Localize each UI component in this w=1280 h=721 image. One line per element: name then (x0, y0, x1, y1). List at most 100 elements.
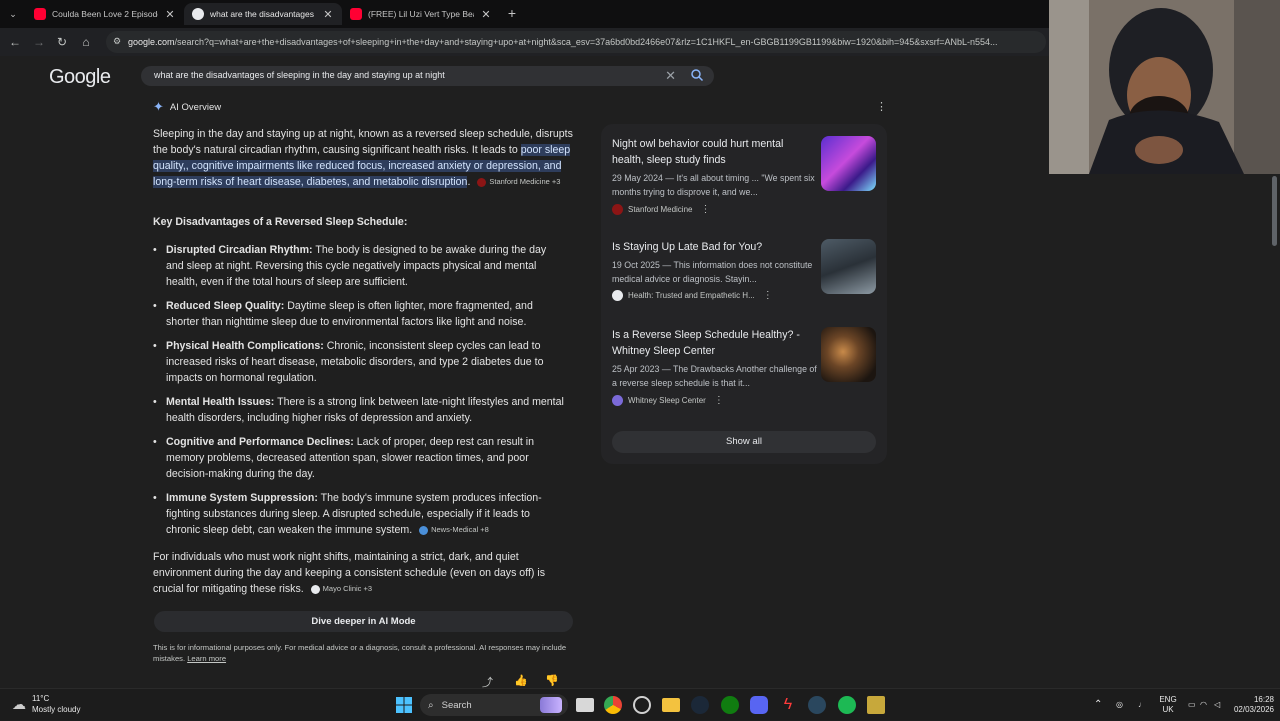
tab-youtube-1[interactable]: Coulda Been Love 2 Episode 3 ✕ (26, 3, 184, 25)
close-icon[interactable]: ✕ (480, 8, 492, 21)
key-disadvantages-heading: Key Disadvantages of a Reversed Sleep Sc… (153, 216, 408, 228)
forward-icon[interactable]: → (31, 34, 47, 50)
clear-icon[interactable]: ✕ (665, 68, 676, 84)
citation-label: Stanford Medicine +3 (489, 177, 561, 187)
clock-date: 02/03/2026 (1233, 705, 1274, 714)
source-thumbnail[interactable] (821, 327, 876, 382)
source-thumbnail[interactable] (821, 239, 876, 294)
clock[interactable]: 16:28 02/03/2026 (1226, 695, 1274, 715)
youtube-icon (34, 8, 46, 20)
source-site: Whitney Sleep Center (628, 396, 706, 405)
url-host: google.com (128, 37, 175, 47)
keyboard-layout: UK (1162, 705, 1174, 714)
bullet-title: Immune System Suppression: (166, 492, 318, 504)
source-snippet: 19 Oct 2025 — This information does not … (612, 260, 813, 284)
spotify-icon[interactable] (838, 696, 856, 714)
citation-chip[interactable]: Mayo Clinic +3 (310, 581, 373, 597)
volume-icon[interactable]: ◁ (1214, 700, 1220, 710)
bullet-title: Disrupted Circadian Rhythm: (166, 244, 313, 256)
bullet-title: Physical Health Complications: (166, 340, 324, 352)
google-logo[interactable]: Google (49, 66, 111, 89)
more-options-icon[interactable]: ⋮ (714, 395, 724, 406)
disclaimer: This is for informational purposes only.… (153, 642, 578, 664)
tab-title: Coulda Been Love 2 Episode 3 (52, 9, 158, 19)
show-all-button[interactable]: Show all (612, 431, 876, 453)
bullet-title: Reduced Sleep Quality: (166, 300, 285, 312)
chrome-icon[interactable] (604, 696, 622, 714)
scrollbar-thumb[interactable] (1272, 176, 1277, 246)
chevron-up-icon[interactable]: ⌃ (1094, 700, 1102, 710)
steam-icon[interactable] (691, 696, 709, 714)
address-bar[interactable]: ⚙ google.com /search?q=what+are+the+disa… (106, 31, 1046, 53)
source-title[interactable]: Is Staying Up Late Bad for You? (612, 239, 817, 255)
list-item: Cognitive and Performance Declines: Lack… (153, 434, 566, 482)
search-icon: ⌕ (428, 699, 434, 711)
task-view-icon[interactable] (576, 698, 594, 712)
tab-list-button[interactable]: ⌄ (6, 7, 20, 21)
source-title[interactable]: Night owl behavior could hurt mental hea… (612, 136, 817, 168)
more-options-icon[interactable]: ⋮ (700, 204, 710, 215)
tab-youtube-2[interactable]: (FREE) Lil Uzi Vert Type Beat "H ✕ (342, 3, 500, 25)
thumbs-up-icon[interactable]: 👍 (514, 674, 528, 688)
bullet-title: Mental Health Issues: (166, 396, 275, 408)
weather-temp: 11°C (32, 694, 50, 703)
bullet-title: Cognitive and Performance Declines: (166, 436, 354, 448)
sparkle-icon: ✦ (153, 99, 164, 114)
close-icon[interactable]: ✕ (322, 8, 334, 21)
xbox-icon[interactable] (721, 696, 739, 714)
steam-2-icon[interactable] (808, 696, 826, 714)
home-icon[interactable]: ⌂ (78, 34, 94, 50)
app-icon[interactable] (867, 696, 885, 714)
youtube-icon (350, 8, 362, 20)
weather-condition: Mostly cloudy (32, 705, 81, 714)
more-options-icon[interactable]: ⋮ (876, 100, 887, 113)
citation-chip[interactable]: News-Medical +8 (419, 522, 489, 538)
google-icon (192, 8, 204, 20)
search-box[interactable]: what are the disadvantages of sleeping i… (141, 66, 714, 86)
display-icon[interactable]: ▭ (1188, 700, 1196, 710)
news-medical-icon (419, 525, 429, 535)
reload-icon[interactable]: ↻ (54, 34, 70, 50)
language-code: ENG (1159, 695, 1177, 704)
language-indicator[interactable]: ENG UK (1158, 695, 1178, 715)
citation-chip[interactable]: Stanford Medicine +3 (477, 174, 560, 190)
thumbs-down-icon[interactable]: 👎 (545, 674, 559, 688)
file-explorer-icon[interactable] (662, 698, 680, 712)
windows-start-icon[interactable] (395, 696, 413, 714)
stanford-icon (477, 177, 487, 187)
source-snippet: 29 May 2024 — It's all about timing ... … (612, 173, 815, 197)
share-icon[interactable]: ⤴ (482, 674, 496, 688)
close-icon[interactable]: ✕ (164, 8, 176, 21)
weather-widget[interactable]: ☁ 11°C Mostly cloudy (12, 693, 80, 715)
source-card[interactable]: Is Staying Up Late Bad for You? 19 Oct 2… (612, 239, 882, 319)
citation-label: Mayo Clinic +3 (322, 584, 373, 594)
search-icon[interactable] (690, 68, 704, 82)
taskbar: ☁ 11°C Mostly cloudy ⌕ Search ϟ ⌃ ◎ ♩ EN… (0, 688, 1280, 720)
network-icon[interactable]: ◎ (1116, 700, 1123, 710)
search-input[interactable]: what are the disadvantages of sleeping i… (154, 70, 445, 80)
dive-deeper-button[interactable]: Dive deeper in AI Mode (154, 611, 573, 632)
ai-overview-intro: Sleeping in the day and staying up at ni… (153, 126, 578, 190)
source-card[interactable]: Night owl behavior could hurt mental hea… (612, 136, 882, 226)
list-item: Reduced Sleep Quality: Daytime sleep is … (153, 298, 566, 330)
tab-google-search[interactable]: what are the disadvantages of s ✕ (184, 3, 342, 25)
new-tab-icon[interactable]: + (505, 6, 519, 20)
site-info-icon[interactable]: ⚙ (113, 36, 123, 46)
source-title[interactable]: Is a Reverse Sleep Schedule Healthy? - W… (612, 327, 817, 359)
weather-icon: ☁ (12, 695, 26, 712)
sources-panel: Night owl behavior could hurt mental hea… (601, 124, 887, 464)
taskbar-search[interactable]: ⌕ Search (420, 694, 568, 716)
intro-text: Sleeping in the day and staying up at ni… (153, 128, 573, 156)
stanford-icon (612, 204, 623, 215)
chatgpt-icon[interactable] (633, 696, 651, 714)
source-card[interactable]: Is a Reverse Sleep Schedule Healthy? - W… (612, 327, 882, 417)
lightning-app-icon[interactable]: ϟ (779, 696, 797, 714)
source-site: Stanford Medicine (628, 205, 693, 214)
more-options-icon[interactable]: ⋮ (763, 290, 773, 301)
microphone-icon[interactable]: ♩ (1138, 700, 1146, 710)
back-icon[interactable]: ← (7, 34, 23, 50)
source-thumbnail[interactable] (821, 136, 876, 191)
learn-more-link[interactable]: Learn more (187, 654, 226, 663)
wifi-icon[interactable]: ◠ (1200, 700, 1207, 710)
discord-icon[interactable] (750, 696, 768, 714)
